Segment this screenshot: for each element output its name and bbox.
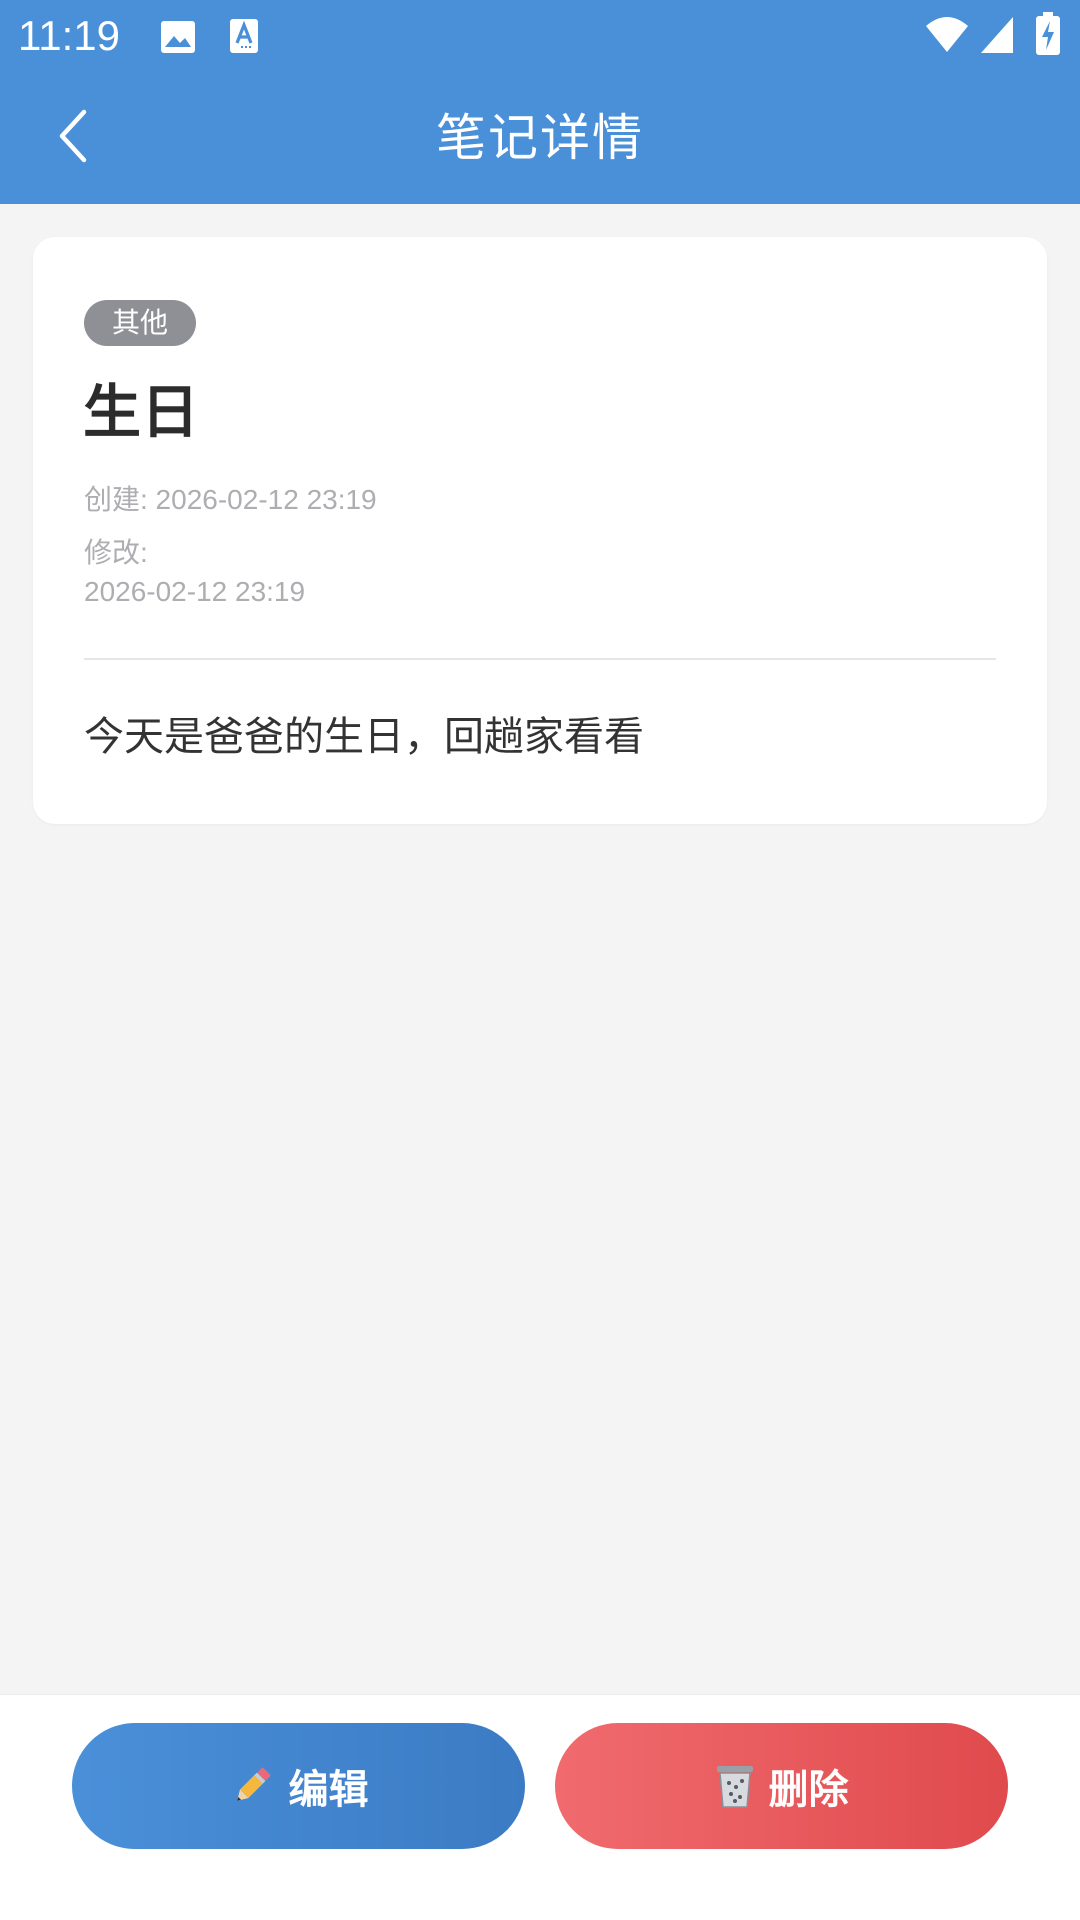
image-icon [160, 20, 196, 58]
battery-charging-icon [1035, 12, 1061, 60]
divider [84, 658, 996, 660]
status-time: 11:19 [18, 12, 120, 59]
page-title: 笔记详情 [436, 109, 644, 167]
edit-button[interactable]: 编辑 [72, 1723, 525, 1849]
delete-label: 删除 [768, 1767, 849, 1813]
note-title: 生日 [83, 378, 200, 446]
chevron-left-icon [52, 106, 92, 170]
edit-label: 编辑 [288, 1767, 369, 1813]
back-button[interactable] [30, 96, 114, 180]
text-a-icon [229, 18, 259, 58]
trash-icon [715, 1763, 755, 1809]
note-card: 其他 生日 创建: 2026-02-12 23:19 修改: 2026-02-1… [33, 237, 1047, 824]
delete-button[interactable]: 删除 [555, 1723, 1008, 1849]
status-bar: 11:19 [0, 0, 1080, 72]
signal-icon [980, 16, 1014, 58]
note-content: 今天是爸爸的生日，回趟家看看 [84, 714, 644, 760]
app-bar: 笔记详情 [0, 72, 1080, 204]
pencil-icon [229, 1763, 275, 1809]
wifi-icon [924, 16, 970, 58]
modified-label: 修改: [84, 537, 148, 568]
created-time: 创建: 2026-02-12 23:19 [84, 484, 377, 515]
category-badge: 其他 [84, 300, 197, 346]
bottom-action-bar: 编辑 删除 [0, 1694, 1080, 1920]
modified-time: 2026-02-12 23:19 [84, 576, 306, 607]
